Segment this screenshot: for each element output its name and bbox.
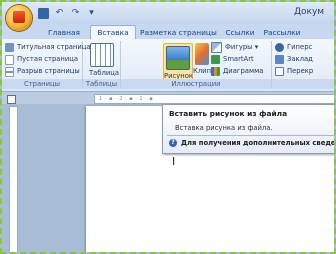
blank-page-button[interactable]: Пустая страница	[5, 54, 78, 65]
undo-icon[interactable]: ↶	[54, 8, 65, 19]
quick-access-toolbar: ↶ ↷ ▾	[38, 7, 97, 19]
hyperlink-icon	[275, 43, 284, 52]
page-break-icon	[5, 66, 14, 77]
bookmark-button[interactable]: Заклад	[275, 54, 313, 65]
cross-reference-button[interactable]: Перекр	[275, 66, 313, 77]
tooltip-description: Вставка рисунка из файла.	[175, 124, 273, 132]
smartart-button[interactable]: SmartArt	[211, 54, 254, 65]
save-icon[interactable]	[38, 7, 49, 19]
ribbon-tabs: Главная Вставка Разметка страницы Ссылки…	[2, 24, 334, 40]
group-links-label	[272, 79, 334, 89]
chart-icon	[211, 67, 220, 76]
clip-art-icon	[195, 43, 209, 65]
tab-insert[interactable]: Вставка	[90, 25, 136, 40]
group-illustrations-label: Иллюстрации	[121, 79, 271, 89]
window-title: Докум	[294, 7, 325, 17]
horizontal-ruler[interactable]: · 1 · ▪ · 2 · ▪ · 1 · ▪	[94, 94, 334, 104]
tooltip-divider	[167, 135, 334, 136]
picture-button[interactable]: Рисунок	[163, 43, 193, 81]
picture-icon	[166, 46, 190, 70]
tooltip-help[interactable]: ? Для получения дополнительных сведен	[169, 139, 334, 147]
table-button[interactable]: Таблица	[89, 43, 119, 77]
tab-selector-icon[interactable]	[7, 95, 16, 104]
ruler-area: · 1 · ▪ · 2 · ▪ · 1 · ▪	[2, 92, 334, 104]
clip-art-button[interactable]: Клип	[193, 43, 211, 75]
tab-mailings[interactable]: Рассылки	[262, 26, 302, 39]
group-pages: Титульная страница ▾ Пустая страница Раз…	[2, 41, 96, 89]
office-button[interactable]	[6, 5, 32, 31]
cross-reference-icon	[275, 67, 284, 76]
cover-page-icon	[5, 43, 14, 52]
shapes-icon	[211, 42, 222, 53]
chart-button[interactable]: Диаграмма	[211, 66, 263, 77]
group-illustrations: Рисунок Клип Фигуры ▾ SmartArt Диаграмма…	[121, 41, 272, 89]
group-tables-label: Таблицы	[83, 79, 120, 89]
group-pages-label: Страницы	[2, 79, 82, 89]
super-tooltip: Вставить рисунок из файла Вставка рисунк…	[162, 104, 334, 154]
tab-home[interactable]: Главная	[42, 26, 86, 39]
tab-references[interactable]: Ссылки	[220, 26, 260, 39]
hyperlink-button[interactable]: Гиперс	[275, 42, 312, 53]
redo-icon[interactable]: ↷	[70, 8, 81, 19]
bookmark-icon	[275, 55, 284, 64]
page-break-button[interactable]: Разрыв страницы	[5, 66, 80, 77]
group-links: Гиперс Заклад Перекр	[272, 41, 334, 89]
customize-icon[interactable]: ▾	[86, 8, 97, 19]
text-cursor: I	[172, 155, 176, 168]
blank-page-icon	[5, 54, 14, 65]
shapes-button[interactable]: Фигуры ▾	[211, 42, 258, 53]
word-window: ↶ ↷ ▾ Докум Главная Вставка Разметка стр…	[0, 0, 336, 254]
office-logo-icon	[13, 11, 25, 23]
group-tables: Таблица Таблицы	[83, 41, 121, 89]
table-icon	[90, 43, 114, 67]
ribbon: Титульная страница ▾ Пустая страница Раз…	[2, 39, 334, 92]
vertical-ruler[interactable]	[9, 106, 18, 252]
tab-page-layout[interactable]: Разметка страницы	[140, 26, 217, 39]
smartart-icon	[211, 55, 220, 64]
title-bar: ↶ ↷ ▾ Докум	[2, 2, 334, 24]
tooltip-title: Вставить рисунок из файла	[169, 109, 288, 118]
help-icon: ?	[169, 139, 177, 147]
